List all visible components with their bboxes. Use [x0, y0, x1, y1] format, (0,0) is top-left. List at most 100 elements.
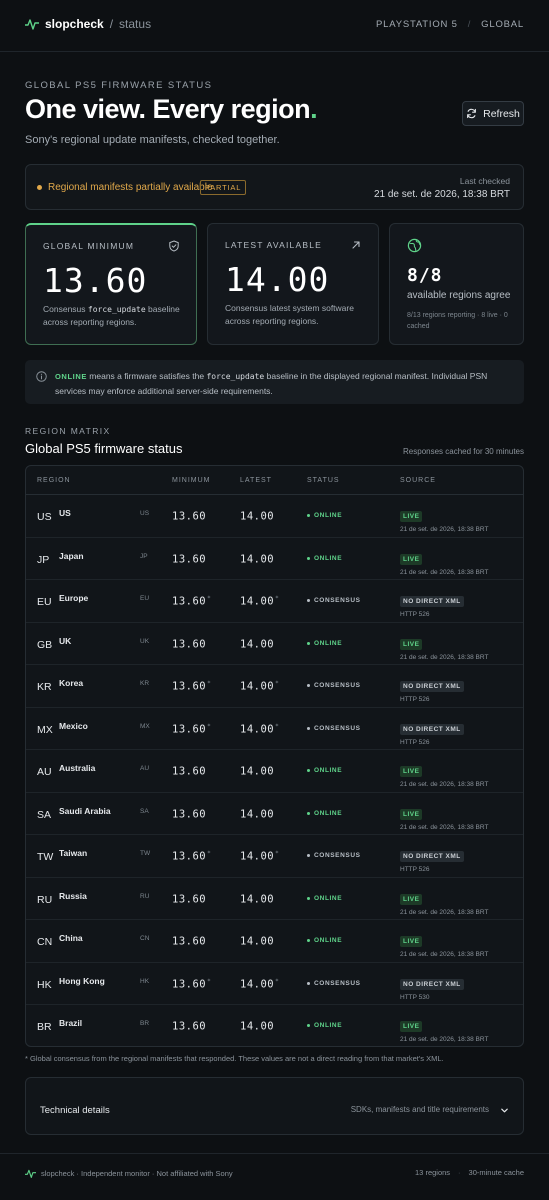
region-latest: 14.00*: [240, 850, 279, 863]
region-minimum: 13.60: [172, 553, 207, 565]
table-row[interactable]: MX Mexico MX 13.60* 14.00* CONSENSUS NO DIRECT…: [26, 708, 523, 750]
region-status: CONSENSUS: [307, 980, 361, 987]
table-row[interactable]: JP Japan JP 13.60 14.00 ONLINE LIVE 21 de set. …: [26, 538, 523, 580]
region-status-label: CONSENSUS: [314, 724, 361, 732]
status-dot-icon: [307, 684, 310, 687]
region-status: CONSENSUS: [307, 682, 361, 689]
table-row[interactable]: EU Europe EU 13.60* 14.00* CONSENSUS NO DIRECT…: [26, 580, 523, 623]
status-dot-icon: [307, 514, 310, 517]
status-dot-icon: [307, 556, 310, 560]
region-status-label: ONLINE: [314, 639, 343, 647]
region-code: RU: [37, 893, 53, 906]
table-row[interactable]: BR Brazil BR 13.60 14.00 ONLINE LIVE 21 de set.…: [26, 1005, 523, 1046]
region-minimum: 13.60: [172, 638, 207, 650]
region-latest-value: 14.00: [240, 680, 275, 693]
latest-available-card: LATEST AVAILABLE 14.00 Consensus latest …: [207, 223, 379, 345]
chevron-down-icon: [501, 1108, 508, 1113]
region-latest-value: 14.00: [240, 765, 275, 778]
region-status-label: ONLINE: [314, 1022, 343, 1029]
breadcrumb-platform[interactable]: PLAYSTATION 5: [376, 19, 458, 30]
region-status: ONLINE: [307, 1022, 342, 1029]
table-row[interactable]: SA Saudi Arabia SA 13.60 14.00 ONLINE LIVE 21 d…: [26, 793, 523, 835]
source-detail: HTTP 530: [400, 993, 430, 1001]
region-source: NO DIRECT XML HTTP 530: [400, 973, 464, 1001]
footer-left: slopcheck · Independent monitor · Not af…: [25, 1168, 233, 1179]
source-badge: LIVE: [400, 553, 423, 565]
table-row[interactable]: GB UK UK 13.60 14.00 ONLINE LIVE 21 de set. de …: [26, 623, 523, 665]
region-abbr: MX: [140, 722, 150, 730]
region-latest: 14.00: [240, 808, 275, 820]
card-description-pre: Consensus: [43, 304, 88, 314]
technical-details-summary: SDKs, manifests and title requirements: [350, 1105, 489, 1114]
region-code: CN: [37, 936, 53, 948]
region-abbr: SA: [140, 807, 149, 815]
breadcrumb-scope[interactable]: GLOBAL: [481, 19, 524, 30]
region-name: Korea: [59, 678, 84, 688]
region-latest: 14.00: [240, 893, 275, 905]
card-description: Consensus force_update baseline across r…: [43, 303, 193, 329]
region-minimum-value: 13.60: [172, 935, 207, 948]
status-dot-icon: [307, 769, 310, 772]
source-badge: NO DIRECT XML: [400, 681, 464, 692]
region-status-label: ONLINE: [314, 809, 343, 817]
region-status-label: ONLINE: [314, 512, 343, 519]
region-code: JP: [37, 553, 50, 566]
table-row[interactable]: US US US 13.60 14.00 ONLINE LIVE 21 de set. de …: [26, 495, 523, 538]
footer-credit: slopcheck · Independent monitor · Not af…: [41, 1169, 233, 1178]
region-status: CONSENSUS: [307, 852, 361, 859]
region-status: ONLINE: [307, 810, 342, 817]
source-badge: LIVE: [400, 511, 423, 522]
footer-right: 13 regions · 30-minute cache: [415, 1168, 524, 1177]
source-detail: HTTP 526: [400, 866, 430, 873]
regions-agree-card: 8/8 available regions agree 8/13 regions…: [389, 223, 524, 345]
region-minimum: 13.60: [172, 893, 207, 905]
region-latest-value: 14.00: [240, 893, 275, 905]
status-dot-icon: [307, 854, 310, 857]
table-row[interactable]: TW Taiwan TW 13.60* 14.00* CONSENSUS NO DIRECT…: [26, 835, 523, 878]
matrix-cache-note: Responses cached for 30 minutes: [403, 447, 524, 456]
technical-details-toggle[interactable]: Technical details SDKs, manifests and ti…: [25, 1077, 524, 1135]
matrix-eyebrow: REGION MATRIX: [25, 426, 111, 436]
region-minimum-value: 13.60: [172, 765, 207, 778]
brand[interactable]: slopcheck / status: [25, 17, 151, 31]
source-badge: LIVE: [400, 893, 423, 905]
consensus-mark: *: [275, 722, 280, 730]
consensus-mark: *: [207, 680, 212, 687]
region-name: Russia: [59, 890, 87, 901]
consensus-mark: *: [207, 595, 212, 602]
consensus-mark: *: [207, 722, 212, 730]
region-abbr: UK: [140, 637, 150, 645]
source-badge: NO DIRECT XML: [400, 978, 464, 990]
region-minimum-value: 13.60: [172, 680, 207, 693]
refresh-button[interactable]: Refresh: [462, 101, 524, 126]
brand-name: slopcheck: [45, 17, 104, 31]
table-row[interactable]: HK Hong Kong HK 13.60* 14.00* CONSENSUS NO DIR…: [26, 963, 523, 1005]
table-row[interactable]: KR Korea KR 13.60* 14.00* CONSENSUS NO DIRECT …: [26, 665, 523, 708]
region-latest: 14.00: [240, 553, 275, 565]
arrow-up-right-icon: [352, 241, 360, 249]
region-latest: 14.00: [240, 765, 275, 778]
region-name: Mexico: [59, 720, 88, 731]
region-status-label: CONSENSUS: [314, 597, 361, 604]
table-row[interactable]: AU Australia AU 13.60 14.00 ONLINE LIVE 21 de s…: [26, 750, 523, 793]
table-row[interactable]: CN China CN 13.60 14.00 ONLINE LIVE 21 de set. …: [26, 920, 523, 963]
region-source: LIVE 21 de set. de 2026, 18:38 BRT: [400, 548, 488, 576]
matrix-title: Global PS5 firmware status: [25, 441, 183, 456]
region-minimum-value: 13.60: [172, 723, 207, 735]
regions-agree-value: 8/8: [407, 265, 443, 286]
region-status-label: ONLINE: [314, 894, 343, 902]
region-latest: 14.00*: [240, 978, 279, 991]
region-minimum-value: 13.60: [172, 1020, 207, 1033]
region-latest-value: 14.00: [240, 850, 275, 863]
table-row[interactable]: RU Russia RU 13.60 14.00 ONLINE LIVE 21 de set.…: [26, 878, 523, 920]
region-name: Japan: [59, 550, 84, 561]
info-note-text: ONLINE means a firmware satisfies the fo…: [55, 369, 515, 398]
page-title-dot: .: [310, 94, 318, 124]
source-badge: LIVE: [400, 936, 423, 947]
region-minimum-value: 13.60: [172, 850, 207, 863]
region-latest: 14.00: [240, 510, 275, 523]
consensus-mark: *: [275, 680, 280, 687]
status-dot-icon: [307, 1024, 310, 1027]
column-header-minimum: MINIMUM: [172, 477, 211, 484]
status-dot-icon: [307, 939, 310, 942]
